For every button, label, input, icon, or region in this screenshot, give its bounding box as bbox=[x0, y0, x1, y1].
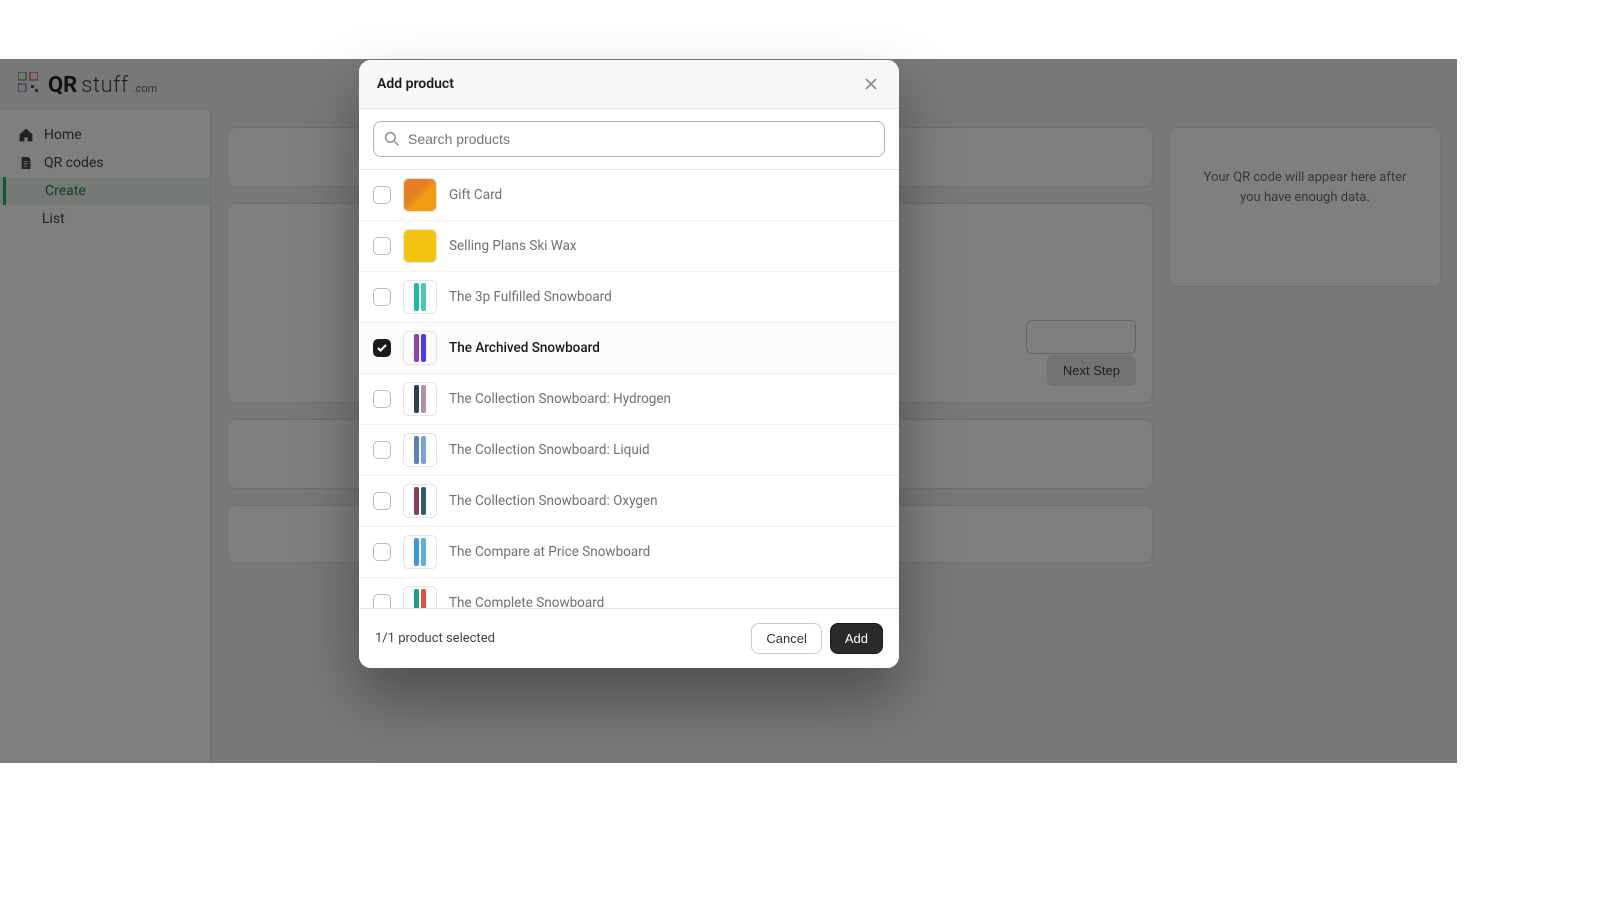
search-icon bbox=[384, 131, 400, 147]
product-thumbnail bbox=[403, 280, 437, 314]
product-row[interactable]: The Collection Snowboard: Oxygen bbox=[359, 476, 899, 527]
product-thumbnail bbox=[403, 178, 437, 212]
product-thumbnail bbox=[403, 331, 437, 365]
add-product-modal: Add product Gift Card Selling Plans Ski W… bbox=[359, 60, 899, 668]
product-thumbnail bbox=[403, 229, 437, 263]
search-box[interactable] bbox=[373, 121, 885, 157]
product-row[interactable]: The Archived Snowboard bbox=[359, 323, 899, 374]
product-row[interactable]: The 3p Fulfilled Snowboard bbox=[359, 272, 899, 323]
modal-title: Add product bbox=[377, 76, 454, 92]
close-icon[interactable] bbox=[861, 74, 881, 94]
product-checkbox[interactable] bbox=[373, 594, 391, 608]
product-row[interactable]: The Compare at Price Snowboard bbox=[359, 527, 899, 578]
product-name: The Compare at Price Snowboard bbox=[449, 544, 650, 560]
product-thumbnail bbox=[403, 382, 437, 416]
product-row[interactable]: Selling Plans Ski Wax bbox=[359, 221, 899, 272]
product-thumbnail bbox=[403, 433, 437, 467]
product-list[interactable]: Gift Card Selling Plans Ski Wax The 3p Ful… bbox=[359, 170, 899, 608]
search-wrap bbox=[359, 109, 899, 170]
modal-footer: 1/1 product selected Cancel Add bbox=[359, 608, 899, 668]
product-row[interactable]: Gift Card bbox=[359, 170, 899, 221]
product-row[interactable]: The Collection Snowboard: Liquid bbox=[359, 425, 899, 476]
product-thumbnail bbox=[403, 586, 437, 608]
modal-header: Add product bbox=[359, 60, 899, 109]
product-checkbox[interactable] bbox=[373, 492, 391, 510]
product-row[interactable]: The Complete Snowboard bbox=[359, 578, 899, 608]
product-checkbox[interactable] bbox=[373, 390, 391, 408]
product-name: The Collection Snowboard: Oxygen bbox=[449, 493, 658, 509]
footer-buttons: Cancel Add bbox=[751, 623, 883, 654]
product-name: The Collection Snowboard: Liquid bbox=[449, 442, 650, 458]
product-name: The 3p Fulfilled Snowboard bbox=[449, 289, 612, 305]
product-name: The Collection Snowboard: Hydrogen bbox=[449, 391, 671, 407]
search-input[interactable] bbox=[408, 131, 874, 147]
product-thumbnail bbox=[403, 484, 437, 518]
product-checkbox[interactable] bbox=[373, 543, 391, 561]
product-name: The Archived Snowboard bbox=[449, 340, 600, 356]
product-name: Gift Card bbox=[449, 187, 502, 203]
product-name: The Complete Snowboard bbox=[449, 595, 604, 608]
selected-count: 1/1 product selected bbox=[375, 631, 495, 646]
product-checkbox[interactable] bbox=[373, 288, 391, 306]
cancel-button[interactable]: Cancel bbox=[751, 623, 821, 654]
product-checkbox[interactable] bbox=[373, 339, 391, 357]
product-row[interactable]: The Collection Snowboard: Hydrogen bbox=[359, 374, 899, 425]
add-button[interactable]: Add bbox=[830, 623, 883, 654]
product-checkbox[interactable] bbox=[373, 441, 391, 459]
product-checkbox[interactable] bbox=[373, 186, 391, 204]
product-checkbox[interactable] bbox=[373, 237, 391, 255]
product-name: Selling Plans Ski Wax bbox=[449, 238, 577, 254]
product-thumbnail bbox=[403, 535, 437, 569]
